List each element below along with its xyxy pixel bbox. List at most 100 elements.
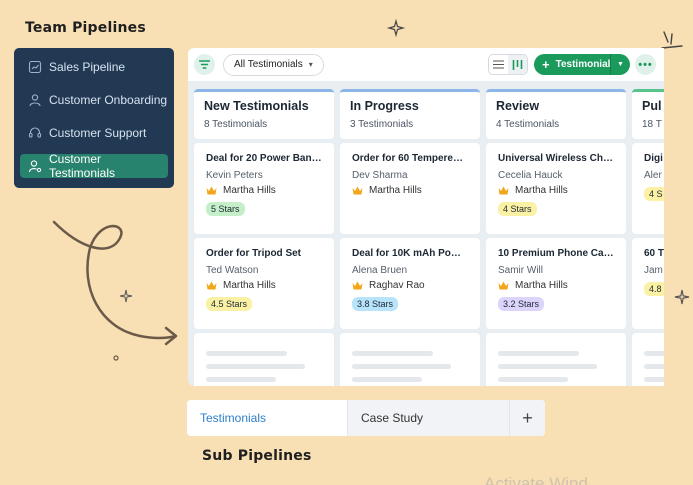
card-owner: Martha Hills bbox=[206, 185, 322, 196]
placeholder-card bbox=[486, 333, 626, 386]
kanban-view-button[interactable] bbox=[508, 55, 527, 74]
card-contact: Ted Watson bbox=[206, 265, 259, 276]
sidebar-item-label: Customer Testimonials bbox=[49, 152, 116, 180]
rating-badge: 5 Stars bbox=[206, 202, 245, 216]
pipeline-columns: New Testimonials 8 Testimonials Deal for 2… bbox=[194, 89, 664, 386]
card-contact: Alena Bruen bbox=[352, 265, 408, 276]
placeholder-card bbox=[194, 333, 334, 386]
crown-icon bbox=[352, 281, 363, 290]
deal-card[interactable]: Deal for 10K mAh Powe… Alena Bruen Raghav … bbox=[340, 238, 480, 329]
owner-name: Martha Hills bbox=[223, 280, 276, 291]
deal-card[interactable]: Order for 60 Tempered … Dev Sharma Martha … bbox=[340, 143, 480, 234]
curly-arrow-decoration bbox=[52, 220, 178, 361]
add-dropdown-toggle[interactable]: ▼ bbox=[610, 54, 630, 75]
column-title: Review bbox=[496, 99, 540, 113]
card-title: 60 T bbox=[644, 248, 664, 259]
deal-card[interactable]: Order for Tripod Set Ted Watson Martha Hil… bbox=[194, 238, 334, 329]
add-testimonial-button[interactable]: + Testimonial ▼ bbox=[534, 54, 630, 75]
deal-card[interactable]: 60 T Jam 4.8 bbox=[632, 238, 664, 329]
column-count: 3 Testimonials bbox=[350, 119, 414, 130]
deal-card[interactable]: Digi Aler 4 S bbox=[632, 143, 664, 234]
card-contact: Aler bbox=[644, 170, 662, 181]
rating-badge: 4 Stars bbox=[498, 202, 537, 216]
chevron-down-icon: ▾ bbox=[308, 60, 313, 69]
filter-icon bbox=[199, 60, 210, 69]
kanban-icon bbox=[512, 59, 523, 70]
card-contact: Samir Will bbox=[498, 265, 543, 276]
deal-card[interactable]: 10 Premium Phone Cases Samir Will Martha H… bbox=[486, 238, 626, 329]
card-title: Order for Tripod Set bbox=[206, 248, 302, 259]
crown-icon bbox=[498, 186, 509, 195]
pipeline-column: New Testimonials 8 Testimonials Deal for 2… bbox=[194, 89, 334, 386]
testimonial-filter-select[interactable]: All Testimonials ▾ bbox=[223, 53, 324, 76]
card-title: Order for 60 Tempered … bbox=[352, 153, 468, 164]
crown-icon bbox=[206, 186, 217, 195]
view-toggle bbox=[488, 54, 528, 75]
team-pipelines-sidebar: Sales Pipeline Customer Onboarding Custo… bbox=[14, 48, 174, 188]
column-count: 4 Testimonials bbox=[496, 119, 560, 130]
pipeline-board: All Testimonials ▾ + Testimonial ▼ ••• N… bbox=[188, 48, 664, 386]
sub-pipelines-heading: Sub Pipelines bbox=[202, 448, 312, 464]
pipeline-column: In Progress 3 Testimonials Order for 60 Te… bbox=[340, 89, 480, 386]
team-pipelines-heading: Team Pipelines bbox=[25, 20, 146, 36]
pipeline-column: Pul 18 T Digi Aler 4 S 60 T Jam 4.8 bbox=[632, 89, 664, 386]
card-contact: Kevin Peters bbox=[206, 170, 263, 181]
sub-pipeline-tabs: Testimonials Case Study + bbox=[187, 400, 545, 436]
rating-badge: 4 S bbox=[644, 187, 664, 201]
card-owner: Raghav Rao bbox=[352, 280, 468, 291]
column-count: 18 T bbox=[642, 119, 662, 130]
placeholder-card bbox=[340, 333, 480, 386]
column-title: New Testimonials bbox=[204, 99, 309, 113]
deal-card[interactable]: Universal Wireless Char… Cecelia Hauck Mar… bbox=[486, 143, 626, 234]
add-tab-button[interactable]: + bbox=[509, 400, 545, 436]
column-title: In Progress bbox=[350, 99, 419, 113]
owner-name: Martha Hills bbox=[223, 185, 276, 196]
plus-icon: + bbox=[542, 57, 550, 72]
owner-name: Martha Hills bbox=[515, 280, 568, 291]
tab-case-study[interactable]: Case Study bbox=[347, 400, 509, 436]
deal-card[interactable]: Deal for 20 Power Banks Kevin Peters Marth… bbox=[194, 143, 334, 234]
card-contact: Jam bbox=[644, 265, 663, 276]
rating-badge: 4.5 Stars bbox=[206, 297, 253, 311]
column-title: Pul bbox=[642, 99, 662, 113]
list-view-button[interactable] bbox=[489, 55, 508, 74]
card-contact: Dev Sharma bbox=[352, 170, 408, 181]
headset-icon bbox=[28, 126, 42, 140]
owner-name: Martha Hills bbox=[515, 185, 568, 196]
select-value: All Testimonials bbox=[234, 59, 303, 70]
rating-badge: 4.8 bbox=[644, 282, 664, 296]
sparkle-decoration-right bbox=[674, 289, 690, 305]
sidebar-item-sales-pipeline[interactable]: Sales Pipeline bbox=[20, 55, 168, 79]
pipeline-column: Review 4 Testimonials Universal Wireless C… bbox=[486, 89, 626, 386]
column-header[interactable]: Review 4 Testimonials bbox=[486, 89, 626, 139]
sidebar-item-customer-testimonials[interactable]: Customer Testimonials bbox=[20, 152, 168, 180]
sidebar-item-customer-onboarding[interactable]: Customer Onboarding bbox=[20, 88, 168, 112]
board-toolbar: All Testimonials ▾ + Testimonial ▼ ••• bbox=[188, 48, 664, 81]
card-owner: Martha Hills bbox=[352, 185, 468, 196]
owner-name: Martha Hills bbox=[369, 185, 422, 196]
sidebar-item-label: Sales Pipeline bbox=[49, 60, 126, 74]
sidebar-item-customer-support[interactable]: Customer Support bbox=[20, 121, 168, 145]
activate-windows-watermark: Activate Wind bbox=[484, 474, 588, 485]
add-button-label: Testimonial bbox=[555, 59, 611, 70]
card-title: Deal for 10K mAh Powe… bbox=[352, 248, 468, 259]
crown-icon bbox=[206, 281, 217, 290]
rating-badge: 3.2 Stars bbox=[498, 297, 545, 311]
tab-testimonials[interactable]: Testimonials bbox=[187, 400, 347, 436]
list-icon bbox=[493, 60, 504, 69]
sparkle-decoration bbox=[386, 18, 406, 38]
card-owner: Martha Hills bbox=[206, 280, 322, 291]
crown-icon bbox=[498, 281, 509, 290]
placeholder-card bbox=[632, 333, 664, 386]
column-header[interactable]: New Testimonials 8 Testimonials bbox=[194, 89, 334, 139]
filter-button[interactable] bbox=[194, 54, 215, 75]
card-owner: Martha Hills bbox=[498, 280, 614, 291]
column-header[interactable]: In Progress 3 Testimonials bbox=[340, 89, 480, 139]
more-options-button[interactable]: ••• bbox=[635, 54, 656, 75]
card-owner: Martha Hills bbox=[498, 185, 614, 196]
rating-badge: 3.8 Stars bbox=[352, 297, 399, 311]
ellipsis-icon: ••• bbox=[638, 58, 653, 71]
chart-icon bbox=[28, 60, 42, 74]
column-header[interactable]: Pul 18 T bbox=[632, 89, 664, 139]
sidebar-item-label: Customer Onboarding bbox=[49, 93, 168, 107]
